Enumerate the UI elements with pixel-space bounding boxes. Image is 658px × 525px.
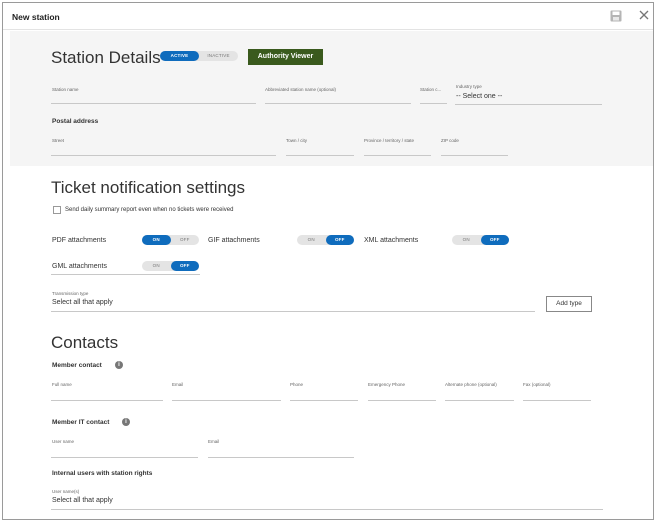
street-label: Street [52, 138, 65, 143]
station-name-input[interactable] [51, 103, 256, 104]
street-input[interactable] [51, 155, 276, 156]
gif-on-option[interactable]: ON [297, 235, 326, 245]
ticket-settings-heading: Ticket notification settings [51, 178, 246, 197]
gif-off-option[interactable]: OFF [325, 235, 354, 245]
station-code-label: Station c... [420, 87, 442, 92]
user-names-label: User name(s) [52, 489, 80, 494]
new-station-dialog: New station Station Details ACTIVE INACT… [2, 2, 654, 520]
gml-on-option[interactable]: ON [142, 261, 171, 271]
pdf-attachments-toggle[interactable]: ON OFF [142, 235, 199, 245]
town-label: Town / city [286, 138, 308, 143]
abbreviated-name-label: Abbreviated station name (optional) [265, 87, 337, 92]
close-icon[interactable] [638, 9, 650, 21]
town-input[interactable] [286, 155, 354, 156]
add-type-button[interactable]: Add type [546, 296, 592, 312]
xml-on-option[interactable]: ON [452, 235, 481, 245]
abbreviated-name-input[interactable] [265, 103, 411, 104]
emergency-phone-label: Emergency Phone [368, 382, 406, 387]
user-names-select[interactable]: Select all that apply [52, 497, 113, 504]
xml-attachments-label: XML attachments [364, 237, 419, 244]
it-user-name-label: User name [52, 439, 75, 444]
phone-input[interactable] [290, 400, 358, 401]
dialog-titlebar: New station [3, 3, 653, 30]
status-active-option[interactable]: ACTIVE [160, 51, 199, 61]
zip-label: ZIP code [441, 138, 459, 143]
transmission-type-select[interactable]: Select all that apply [52, 299, 113, 306]
pdf-attachments-label: PDF attachments [52, 237, 107, 244]
station-details-heading: Station Details [51, 48, 161, 67]
save-icon[interactable] [610, 10, 622, 22]
fax-label: Fax (optional) [523, 382, 551, 387]
postal-address-heading: Postal address [52, 118, 99, 125]
daily-summary-label: Send daily summary report even when no t… [65, 207, 234, 213]
transmission-type-underline [51, 311, 535, 312]
alternate-phone-label: Alternate phone (optional) [445, 382, 497, 387]
authority-viewer-button[interactable]: Authority Viewer [248, 49, 323, 65]
emergency-phone-input[interactable] [368, 400, 436, 401]
pdf-on-option[interactable]: ON [142, 235, 171, 245]
gif-attachments-label: GIF attachments [208, 237, 260, 244]
status-inactive-option[interactable]: INACTIVE [199, 51, 238, 61]
it-email-input[interactable] [208, 457, 354, 458]
gml-attachments-label: GML attachments [52, 263, 107, 270]
full-name-label: Full name [52, 382, 72, 387]
contacts-heading: Contacts [51, 333, 119, 352]
gif-attachments-toggle[interactable]: ON OFF [297, 235, 354, 245]
province-label: Province / territory / state [364, 138, 415, 143]
pdf-off-option[interactable]: OFF [171, 235, 200, 245]
station-code-input[interactable] [420, 103, 447, 104]
gml-row-divider [51, 274, 200, 275]
daily-summary-checkbox[interactable] [53, 206, 61, 214]
dialog-title: New station [12, 12, 60, 22]
member-email-input[interactable] [172, 400, 281, 401]
status-toggle[interactable]: ACTIVE INACTIVE [160, 51, 238, 61]
fax-input[interactable] [523, 400, 591, 401]
full-name-input[interactable] [51, 400, 163, 401]
internal-users-heading: Internal users with station rights [52, 470, 153, 477]
gml-off-option[interactable]: OFF [170, 261, 199, 271]
member-contact-info-icon[interactable]: i [115, 361, 123, 369]
user-names-underline [51, 509, 603, 510]
member-contact-heading: Member contact [52, 362, 102, 369]
xml-attachments-toggle[interactable]: ON OFF [452, 235, 509, 245]
phone-label: Phone [290, 382, 304, 387]
it-user-name-input[interactable] [51, 457, 198, 458]
industry-type-select[interactable]: -- Select one -- [456, 93, 502, 100]
province-input[interactable] [364, 155, 431, 156]
xml-off-option[interactable]: OFF [480, 235, 509, 245]
industry-type-underline [455, 104, 602, 105]
member-it-contact-heading: Member IT contact [52, 419, 110, 426]
transmission-type-label: Transmission type [52, 291, 89, 296]
it-email-label: Email [208, 439, 220, 444]
alternate-phone-input[interactable] [445, 400, 514, 401]
zip-input[interactable] [441, 155, 508, 156]
industry-type-label: Industry type [456, 84, 482, 89]
member-it-contact-info-icon[interactable]: i [122, 418, 130, 426]
station-name-label: Station name [52, 87, 79, 92]
gml-attachments-toggle[interactable]: ON OFF [142, 261, 199, 271]
member-email-label: Email [172, 382, 184, 387]
